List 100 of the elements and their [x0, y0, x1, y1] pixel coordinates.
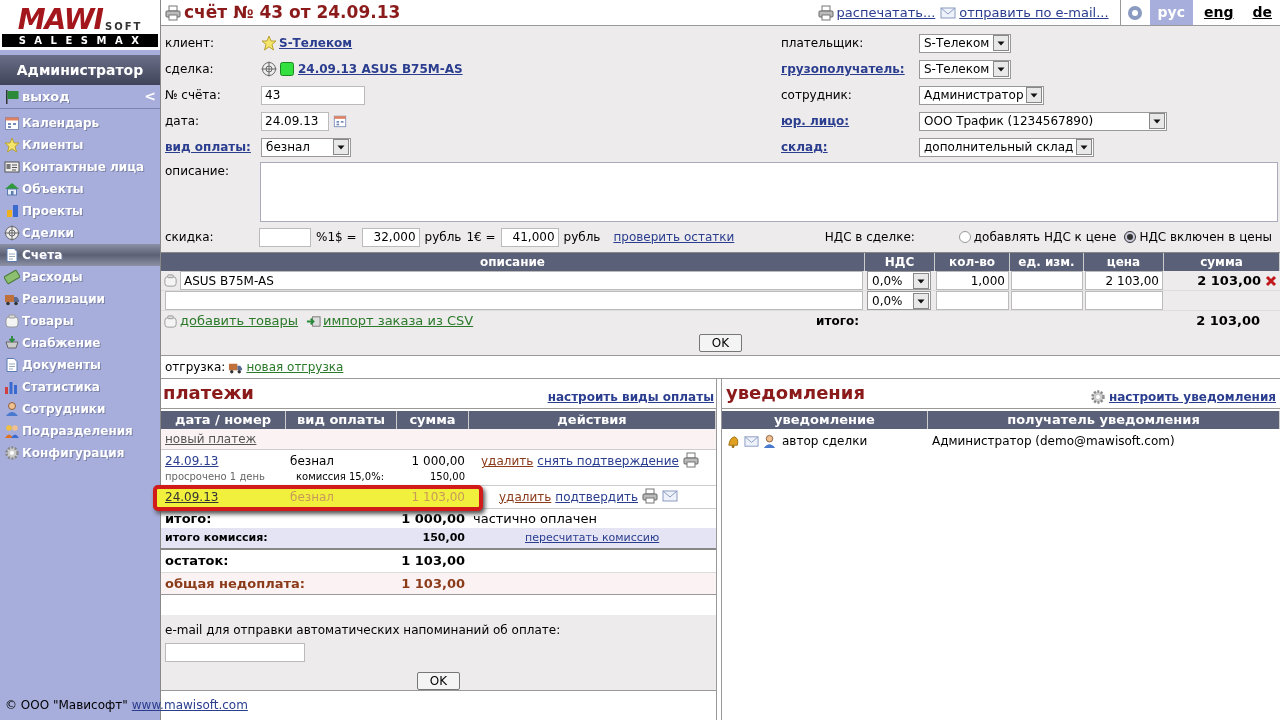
confirm-link[interactable]: снять подтверждение [537, 452, 679, 471]
printer-icon [817, 4, 834, 21]
new-payment-link[interactable]: новый платеж [165, 430, 257, 449]
radio-button[interactable] [958, 231, 971, 243]
input-field[interactable] [165, 291, 863, 310]
client-link[interactable]: S-Телеком [279, 34, 353, 52]
print-link[interactable]: распечатать... [836, 2, 936, 23]
ok-button[interactable]: OK [698, 334, 743, 352]
printer-icon [642, 487, 658, 504]
input-field[interactable] [165, 642, 305, 662]
caret-icon [1026, 87, 1042, 103]
total-value: 1 103,00 [400, 574, 466, 593]
printer-icon [682, 452, 699, 469]
rate-label: %1$ = [316, 229, 357, 246]
confirm-link[interactable]: подтвердить [555, 487, 638, 506]
caret-icon [993, 61, 1009, 77]
import-csv-link[interactable]: импорт заказа из CSV [323, 311, 474, 331]
description-field[interactable] [260, 162, 1278, 222]
input-field[interactable]: 41,000 [500, 227, 559, 247]
caret-icon [993, 35, 1009, 51]
radio-button[interactable] [1124, 231, 1137, 243]
target-icon [4, 225, 20, 241]
email-link[interactable]: отправить по e-mail... [959, 2, 1109, 23]
field-label: отгрузка: [165, 359, 226, 376]
language-tab[interactable]: eng [1196, 0, 1242, 25]
dropdown[interactable]: ООО Трафик (1234567890) [919, 111, 1167, 131]
field-label: плательщик: [781, 36, 864, 50]
dropdown[interactable]: безнал [261, 137, 351, 157]
website-link[interactable]: www.mawisoft.com [131, 696, 248, 715]
user-name: Администратор [0, 55, 160, 85]
gear-icon [4, 445, 20, 461]
field-label-link[interactable]: вид оплаты: [165, 140, 251, 154]
input-field[interactable] [259, 227, 311, 247]
field-label: скидка: [165, 229, 215, 246]
payment-type: безнал [290, 488, 336, 506]
dropdown[interactable]: дополнительный склад [919, 137, 1094, 157]
notification-settings-link[interactable]: настроить уведомления [1108, 388, 1276, 406]
logo-text: MAWI [17, 5, 103, 34]
field-label: сделка: [165, 62, 214, 76]
document-icon [4, 247, 20, 263]
house-icon [4, 181, 20, 197]
payment-date-link[interactable]: 24.09.13 [165, 452, 282, 471]
new-shipment-link[interactable]: новая отгрузка [246, 358, 344, 376]
ok-button[interactable]: OK [416, 671, 461, 690]
field-label: № счёта: [165, 88, 221, 102]
field-label-link[interactable]: грузополучатель: [781, 62, 905, 76]
commission-label: комиссия 15,0%: [295, 470, 386, 485]
payment-types-link[interactable]: настроить виды оплаты [547, 388, 714, 406]
calendar-icon [4, 115, 20, 131]
deal-link[interactable]: 24.09.13 ASUS B75M-AS [298, 60, 463, 78]
delete-link[interactable]: удалить [481, 452, 534, 471]
input-field[interactable]: 2 103,00 [1085, 271, 1163, 290]
field-label-link[interactable]: склад: [781, 140, 828, 154]
calendar-icon [333, 114, 347, 128]
commission-amount: 150,00 [430, 470, 465, 485]
person-icon [4, 401, 20, 417]
banknote-icon [4, 269, 20, 285]
envelope-icon [662, 487, 678, 504]
copyright-text: © ООО "Мависофт" [5, 697, 128, 715]
document-icon [4, 357, 20, 373]
field-label: клиент: [165, 36, 214, 50]
payment-date-link[interactable]: 24.09.13 [165, 487, 282, 506]
add-items-link[interactable]: добавить товары [180, 311, 299, 331]
input-field[interactable]: 32,000 [361, 227, 420, 247]
language-tab[interactable]: de [1244, 0, 1280, 25]
dropdown[interactable]: S-Телеком [919, 33, 1011, 53]
status-square-icon [280, 62, 294, 76]
caret-icon [1076, 139, 1092, 155]
input-field[interactable]: ASUS B75M-AS [180, 271, 863, 290]
delete-link[interactable]: удалить [499, 487, 552, 506]
input-field[interactable] [1085, 291, 1163, 310]
recalculate-link[interactable]: пересчитать комиссию [525, 529, 660, 547]
table-cell-text: 2 103,00 [1197, 271, 1261, 290]
dropdown[interactable]: 0,0% [867, 291, 931, 310]
payment-status: частично оплачен [472, 509, 597, 528]
input-field[interactable]: 1,000 [936, 271, 1009, 290]
input-field[interactable]: 24.09.13 [261, 111, 329, 131]
field-label: описание: [165, 163, 230, 180]
check-stock-link[interactable]: проверить остатки [613, 228, 735, 246]
payment-amount: 1 103,00 [411, 488, 465, 506]
unit-label: рубль [424, 229, 462, 246]
total-label: остаток: [164, 552, 230, 571]
nav-item[interactable]: Счета [0, 244, 160, 266]
table-cell-text: Администратор (demo@mawisoft.com) [931, 433, 1176, 450]
star-icon [261, 35, 277, 51]
dropdown[interactable]: S-Телеком [919, 59, 1011, 79]
input-field[interactable] [1011, 291, 1083, 310]
help-icon [1126, 4, 1143, 21]
radio-option[interactable]: НДС включен в цены [1124, 228, 1272, 246]
person-icon [762, 433, 777, 449]
field-label-link[interactable]: юр. лицо: [781, 114, 850, 128]
logo-tagline: SALESMAX [2, 33, 158, 47]
input-field[interactable] [1011, 271, 1083, 290]
dropdown[interactable]: 0,0% [867, 271, 931, 290]
flag-icon [4, 88, 20, 105]
caret-icon [1149, 113, 1165, 129]
input-field[interactable] [936, 291, 1009, 310]
dropdown[interactable]: Администратор [919, 85, 1044, 105]
radio-option[interactable]: добавлять НДС к цене [958, 228, 1117, 246]
input-field[interactable]: 43 [261, 85, 365, 105]
